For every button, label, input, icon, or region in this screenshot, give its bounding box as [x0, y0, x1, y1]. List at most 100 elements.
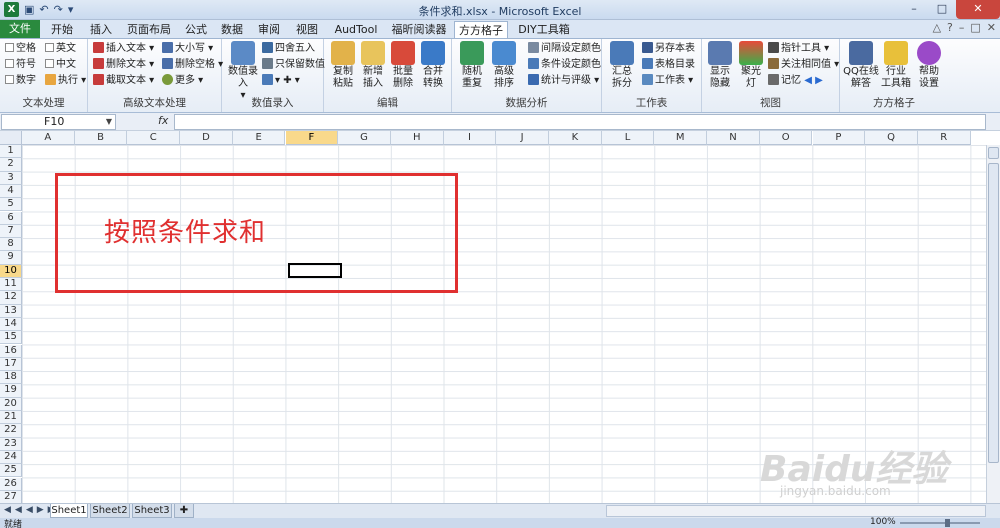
- row-header[interactable]: 17: [0, 357, 22, 372]
- column-header[interactable]: L: [601, 131, 655, 145]
- advanced-sort-button[interactable]: 高级 排序: [488, 41, 520, 90]
- zoom-slider[interactable]: [900, 522, 980, 524]
- summary-split-button[interactable]: 汇总 拆分: [606, 41, 638, 90]
- row-header[interactable]: 25: [0, 464, 22, 478]
- tab-review[interactable]: 审阅: [252, 21, 286, 39]
- column-header[interactable]: N: [707, 131, 760, 145]
- copy-paste-button[interactable]: 复制 粘贴: [328, 41, 358, 90]
- column-header[interactable]: J: [496, 131, 549, 145]
- tab-view[interactable]: 视图: [290, 21, 324, 39]
- tab-fangfang-gezi[interactable]: 方方格子: [454, 21, 508, 39]
- column-header[interactable]: G: [338, 131, 391, 145]
- save-sheet-button[interactable]: 另存本表: [642, 42, 695, 55]
- formula-input[interactable]: [174, 114, 986, 130]
- active-cell[interactable]: [288, 263, 342, 278]
- extract-text-button[interactable]: 截取文本 ▾: [93, 74, 154, 87]
- row-header[interactable]: 5: [0, 198, 22, 212]
- column-header[interactable]: A: [22, 131, 75, 145]
- industry-toolbox-button[interactable]: 行业 工具箱: [878, 41, 914, 90]
- maximize-button[interactable]: □: [928, 0, 956, 19]
- column-header[interactable]: H: [390, 131, 444, 145]
- column-header[interactable]: E: [232, 131, 286, 145]
- row-header[interactable]: 20: [0, 397, 22, 411]
- column-header[interactable]: C: [127, 131, 181, 145]
- window-min-icon[interactable]: –: [959, 21, 965, 34]
- delete-text-button[interactable]: 删除文本 ▾: [93, 58, 154, 71]
- sheet-tab-sheet1[interactable]: Sheet1: [50, 504, 88, 518]
- vertical-scrollbar[interactable]: [986, 145, 1000, 503]
- pointer-tool-button[interactable]: 指针工具 ▾: [768, 42, 829, 55]
- symbol-checkbox[interactable]: 符号: [5, 58, 36, 71]
- keep-values-button[interactable]: 只保留数值: [262, 58, 325, 71]
- row-header[interactable]: 11: [0, 278, 22, 292]
- row-header[interactable]: 21: [0, 411, 22, 425]
- row-header[interactable]: 1: [0, 145, 22, 159]
- row-header[interactable]: 16: [0, 344, 22, 358]
- space-checkbox[interactable]: 空格: [5, 42, 36, 55]
- column-header[interactable]: K: [549, 131, 602, 145]
- round-button[interactable]: 四舍五入: [262, 42, 315, 55]
- number-entry-button[interactable]: 数值录入 ▾: [227, 41, 259, 102]
- chinese-checkbox[interactable]: 中文: [45, 58, 76, 71]
- case-button[interactable]: 大小写 ▾: [162, 42, 213, 55]
- english-checkbox[interactable]: 英文: [45, 42, 76, 55]
- horizontal-scrollbar[interactable]: [606, 505, 986, 517]
- tab-home[interactable]: 开始: [44, 21, 80, 39]
- delete-space-button[interactable]: 删除空格 ▾: [162, 58, 223, 71]
- sheet-tab-sheet3[interactable]: Sheet3: [132, 504, 172, 518]
- tab-data[interactable]: 数据: [216, 21, 248, 39]
- sheet-tab-sheet2[interactable]: Sheet2: [90, 504, 130, 518]
- column-header[interactable]: F: [285, 131, 339, 145]
- focus-same-button[interactable]: 关注相同值 ▾: [768, 58, 839, 71]
- row-header[interactable]: 4: [0, 184, 22, 199]
- column-header[interactable]: M: [654, 131, 708, 145]
- insert-new-button[interactable]: 新增 插入: [358, 41, 388, 90]
- new-sheet-icon[interactable]: ✚: [174, 504, 194, 518]
- condition-color-button[interactable]: 条件设定颜色: [528, 58, 601, 71]
- row-header[interactable]: 15: [0, 331, 22, 345]
- tab-audtool[interactable]: AudTool: [328, 21, 384, 39]
- column-header[interactable]: O: [759, 131, 813, 145]
- arrow-left-icon[interactable]: ◀: [804, 75, 812, 86]
- row-header[interactable]: 9: [0, 251, 22, 265]
- help-icon[interactable]: ?: [947, 21, 953, 34]
- zoom-knob[interactable]: [945, 519, 950, 527]
- stats-rating-button[interactable]: 统计与评级 ▾: [528, 74, 599, 87]
- worksheet-button[interactable]: 工作表 ▾: [642, 74, 693, 87]
- qq-online-button[interactable]: QQ在线 解答: [842, 41, 880, 90]
- minimize-ribbon-icon[interactable]: △: [933, 21, 941, 34]
- number-tools-button[interactable]: ▾ ✚ ▾: [262, 74, 300, 87]
- scroll-thumb[interactable]: [988, 163, 999, 463]
- column-header[interactable]: I: [443, 131, 497, 145]
- minimize-button[interactable]: –: [900, 0, 928, 19]
- row-header[interactable]: 23: [0, 437, 22, 451]
- row-header[interactable]: 7: [0, 224, 22, 239]
- row-header[interactable]: 12: [0, 291, 22, 305]
- tab-insert[interactable]: 插入: [84, 21, 118, 39]
- select-all-corner[interactable]: [0, 131, 22, 145]
- interval-color-button[interactable]: 间隔设定颜色: [528, 42, 601, 55]
- merge-convert-button[interactable]: 合并 转换: [418, 41, 448, 90]
- row-header[interactable]: 19: [0, 384, 22, 398]
- insert-function-icon[interactable]: fx: [158, 114, 168, 127]
- show-hide-button[interactable]: 显示 隐藏: [704, 41, 736, 90]
- column-header[interactable]: D: [180, 131, 233, 145]
- row-header[interactable]: 26: [0, 477, 22, 491]
- tab-diy-toolbox[interactable]: DIY工具箱: [512, 21, 576, 39]
- row-header[interactable]: 22: [0, 424, 22, 438]
- batch-delete-button[interactable]: 批量 删除: [388, 41, 418, 90]
- table-index-button[interactable]: 表格目录: [642, 58, 695, 71]
- column-header[interactable]: R: [917, 131, 971, 145]
- help-settings-button[interactable]: 帮助 设置: [912, 41, 946, 90]
- window-restore-icon[interactable]: □: [970, 21, 980, 34]
- number-checkbox[interactable]: 数字: [5, 74, 36, 87]
- tab-file[interactable]: 文件: [0, 20, 40, 39]
- column-header[interactable]: Q: [865, 131, 918, 145]
- insert-text-button[interactable]: 插入文本 ▾: [93, 42, 154, 55]
- row-header[interactable]: 18: [0, 371, 22, 385]
- column-header[interactable]: P: [812, 131, 866, 145]
- row-header[interactable]: 6: [0, 211, 22, 225]
- window-close-icon[interactable]: ✕: [987, 21, 996, 34]
- row-header[interactable]: 14: [0, 317, 22, 332]
- name-box[interactable]: F10 ▼: [1, 114, 116, 130]
